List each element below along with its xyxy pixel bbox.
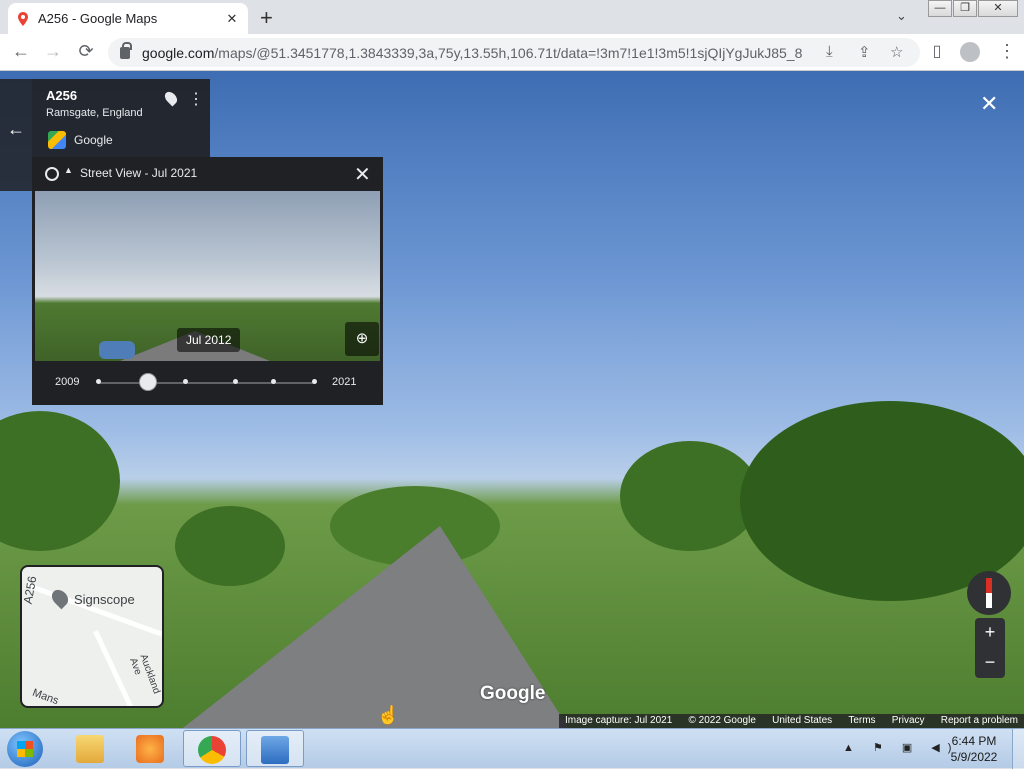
compass-needle: [986, 578, 992, 608]
taskbar-explorer[interactable]: [62, 730, 120, 767]
map-pin-icon: [48, 586, 72, 610]
url-path: /maps/@51.3451778,1.3843339,3a,75y,13.55…: [214, 44, 802, 61]
forward-button[interactable]: →: [42, 41, 64, 62]
tree-right-1: [620, 441, 760, 551]
tab-strip: A256 - Google Maps ✕ + ⌄ — ❐ ✕: [0, 0, 1024, 34]
mini-map[interactable]: Signscope A256 Auckland Ave Mans: [20, 565, 164, 708]
browser-toolbar: ← → ⟳ google.com/maps/@51.3451778,1.3843…: [0, 34, 1024, 71]
map-road-label-auckland: Auckland Ave: [127, 652, 162, 696]
folder-icon: [76, 735, 104, 763]
url-text[interactable]: google.com/maps/@51.3451778,1.3843339,3a…: [142, 45, 802, 61]
tab-google-maps[interactable]: A256 - Google Maps ✕: [8, 3, 248, 34]
url-host: google.com: [142, 44, 215, 61]
browser-menu-icon[interactable]: ⋮: [998, 41, 1016, 62]
timeline-end-year: 2021: [332, 376, 357, 388]
taskbar-media-player[interactable]: [122, 730, 180, 767]
history-clock-icon[interactable]: [45, 167, 59, 181]
bookmark-star-icon[interactable]: ☆: [890, 43, 903, 61]
timeline-stop[interactable]: [312, 379, 317, 384]
timeline-stop[interactable]: [96, 379, 101, 384]
window-close-button[interactable]: ✕: [978, 0, 1018, 17]
preview-date-label: Jul 2012: [177, 328, 241, 352]
time-travel-panel: ▲ Street View - Jul 2021 ✕ Jul 2012 ⊕ 20…: [32, 157, 383, 405]
close-street-view-button[interactable]: ✕: [980, 91, 998, 117]
map-poi-label: Signscope: [74, 592, 135, 607]
start-button[interactable]: [7, 731, 43, 767]
zoom-in-button[interactable]: +: [975, 618, 1005, 648]
google-maps-logo-icon: [48, 131, 66, 149]
map-road: [25, 582, 162, 637]
more-options-icon[interactable]: ⋮: [188, 89, 204, 109]
privacy-link[interactable]: Privacy: [892, 714, 925, 728]
zoom-in-preview-icon[interactable]: ⊕: [345, 322, 379, 356]
media-player-icon: [136, 735, 164, 763]
taskbar-chrome[interactable]: [183, 730, 241, 767]
road-title: A256: [46, 88, 78, 103]
chrome-icon: [198, 736, 226, 764]
timeline-stop[interactable]: [271, 379, 276, 384]
historical-preview-image[interactable]: Jul 2012 ⊕: [35, 191, 380, 361]
compass-icon[interactable]: [967, 571, 1011, 615]
profile-avatar[interactable]: [960, 42, 980, 62]
tree-left: [0, 411, 120, 551]
terms-link[interactable]: Terms: [848, 714, 875, 728]
time-travel-close-button[interactable]: ✕: [354, 162, 371, 187]
google-maps-pin-icon: [18, 11, 28, 26]
download-icon[interactable]: ⤓: [826, 43, 833, 60]
timeline-stop[interactable]: [183, 379, 188, 384]
maximize-button[interactable]: ❐: [953, 0, 977, 17]
google-watermark: Google: [480, 683, 546, 704]
new-tab-button[interactable]: +: [260, 5, 273, 31]
timeline-slider-thumb[interactable]: [139, 373, 157, 391]
provider-name: Google: [74, 133, 113, 147]
map-road-label-a256: A256: [20, 574, 40, 606]
time-travel-title: Street View - Jul 2021: [80, 166, 198, 180]
timeline-start-year: 2009: [55, 376, 80, 388]
address-bar[interactable]: google.com/maps/@51.3451778,1.3843339,3a…: [108, 38, 920, 67]
map-road-label-manston: Mans: [30, 686, 61, 708]
control-panel-icon: [261, 736, 289, 764]
tree-right-2: [740, 401, 1024, 601]
side-panel-icon[interactable]: ▯: [926, 41, 948, 61]
windows-taskbar: ▲ ⚑ ▣ ◀) 6:44 PM 5/9/2022: [0, 728, 1024, 769]
timeline-slider-track[interactable]: [98, 382, 316, 384]
tab-search-dropdown-icon[interactable]: ⌄: [896, 8, 907, 24]
show-desktop-button[interactable]: [1012, 729, 1024, 769]
tab-close-button[interactable]: ✕: [224, 11, 240, 27]
place-subtitle: Ramsgate, England: [46, 107, 143, 119]
preview-car: [99, 341, 135, 359]
zoom-out-button[interactable]: −: [975, 648, 1005, 678]
back-button[interactable]: ←: [10, 41, 32, 62]
hand-cursor-icon: ☝: [377, 705, 400, 725]
tab-title: A256 - Google Maps: [38, 11, 158, 26]
taskbar-control-panel[interactable]: [246, 730, 304, 767]
system-clock[interactable]: 6:44 PM 5/9/2022: [944, 733, 1004, 765]
timeline-stop[interactable]: [233, 379, 238, 384]
share-icon[interactable]: ⇪: [858, 43, 871, 61]
clock-date: 5/9/2022: [950, 750, 998, 764]
copyright-text: © 2022 Google: [688, 715, 756, 726]
report-problem-link[interactable]: Report a problem: [941, 714, 1018, 728]
image-capture-date: Image capture: Jul 2021: [565, 715, 673, 726]
minimize-button[interactable]: —: [928, 0, 952, 17]
clock-time: 6:44 PM: [951, 734, 997, 748]
region-link[interactable]: United States: [772, 714, 832, 728]
time-travel-header[interactable]: ▲ Street View - Jul 2021 ✕: [32, 157, 383, 191]
caret-up-icon[interactable]: ▲: [64, 165, 73, 175]
reload-button[interactable]: ⟳: [75, 41, 97, 62]
location-pin-icon[interactable]: [162, 89, 180, 107]
back-arrow-button[interactable]: ←: [0, 79, 32, 191]
lock-icon: [120, 41, 132, 59]
map-footer: Image capture: Jul 2021 © 2022 Google Un…: [559, 714, 1024, 728]
zoom-control: + −: [975, 618, 1005, 678]
street-view-panorama[interactable]: ← A256 Ramsgate, England ⋮ Google ▲ Stre…: [0, 71, 1024, 728]
system-tray-icons[interactable]: ▲ ⚑ ▣ ◀): [843, 741, 959, 754]
